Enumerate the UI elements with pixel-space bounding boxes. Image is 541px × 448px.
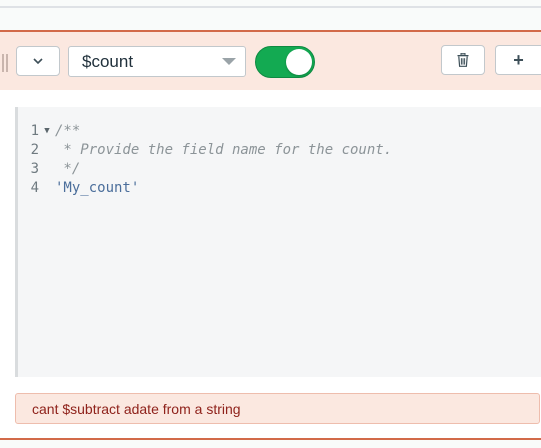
- collapse-stage-button[interactable]: [16, 46, 60, 76]
- caret-down-icon: [222, 58, 236, 65]
- error-text: cant $subtract adate from a string: [32, 400, 241, 417]
- delete-stage-button[interactable]: [441, 45, 485, 75]
- stage-enabled-toggle[interactable]: [255, 46, 315, 78]
- aggregation-pipeline-view: $count + 1 ▼ /** 2 * Provide the field n…: [0, 0, 541, 448]
- line-number: 1: [30, 122, 39, 139]
- drag-handle[interactable]: [2, 54, 10, 72]
- stage-operator-value: $count: [82, 51, 134, 71]
- trash-icon: [457, 53, 469, 67]
- line-number: 2: [30, 141, 39, 158]
- code-line: 4 'My_count': [18, 178, 541, 197]
- code-line: 3 */: [18, 159, 541, 178]
- toggle-knob: [286, 49, 312, 75]
- drag-handle-bar: [6, 54, 8, 72]
- stage-error-message: cant $subtract adate from a string: [15, 393, 540, 424]
- code-text: 'My_count': [55, 179, 140, 196]
- code-text: /**: [55, 122, 81, 139]
- code-line: 1 ▼ /**: [18, 121, 541, 140]
- code-text: */: [55, 160, 81, 177]
- stage-code-editor[interactable]: 1 ▼ /** 2 * Provide the field name for t…: [15, 107, 541, 377]
- previous-stage-edge: [0, 0, 541, 8]
- stage-toolbar: $count +: [0, 32, 541, 90]
- drag-handle-bar: [2, 54, 4, 72]
- line-number: 4: [30, 179, 39, 196]
- code-text: * Provide the field name for the count.: [55, 141, 393, 158]
- pipeline-stage-card: $count + 1 ▼ /** 2 * Provide the field n…: [0, 30, 541, 440]
- fold-arrow-icon[interactable]: ▼: [39, 126, 55, 136]
- add-stage-button[interactable]: +: [495, 45, 541, 75]
- chevron-down-icon: [33, 57, 43, 64]
- line-number: 3: [30, 160, 39, 177]
- code-line: 2 * Provide the field name for the count…: [18, 140, 541, 159]
- stage-operator-select[interactable]: $count: [68, 46, 246, 77]
